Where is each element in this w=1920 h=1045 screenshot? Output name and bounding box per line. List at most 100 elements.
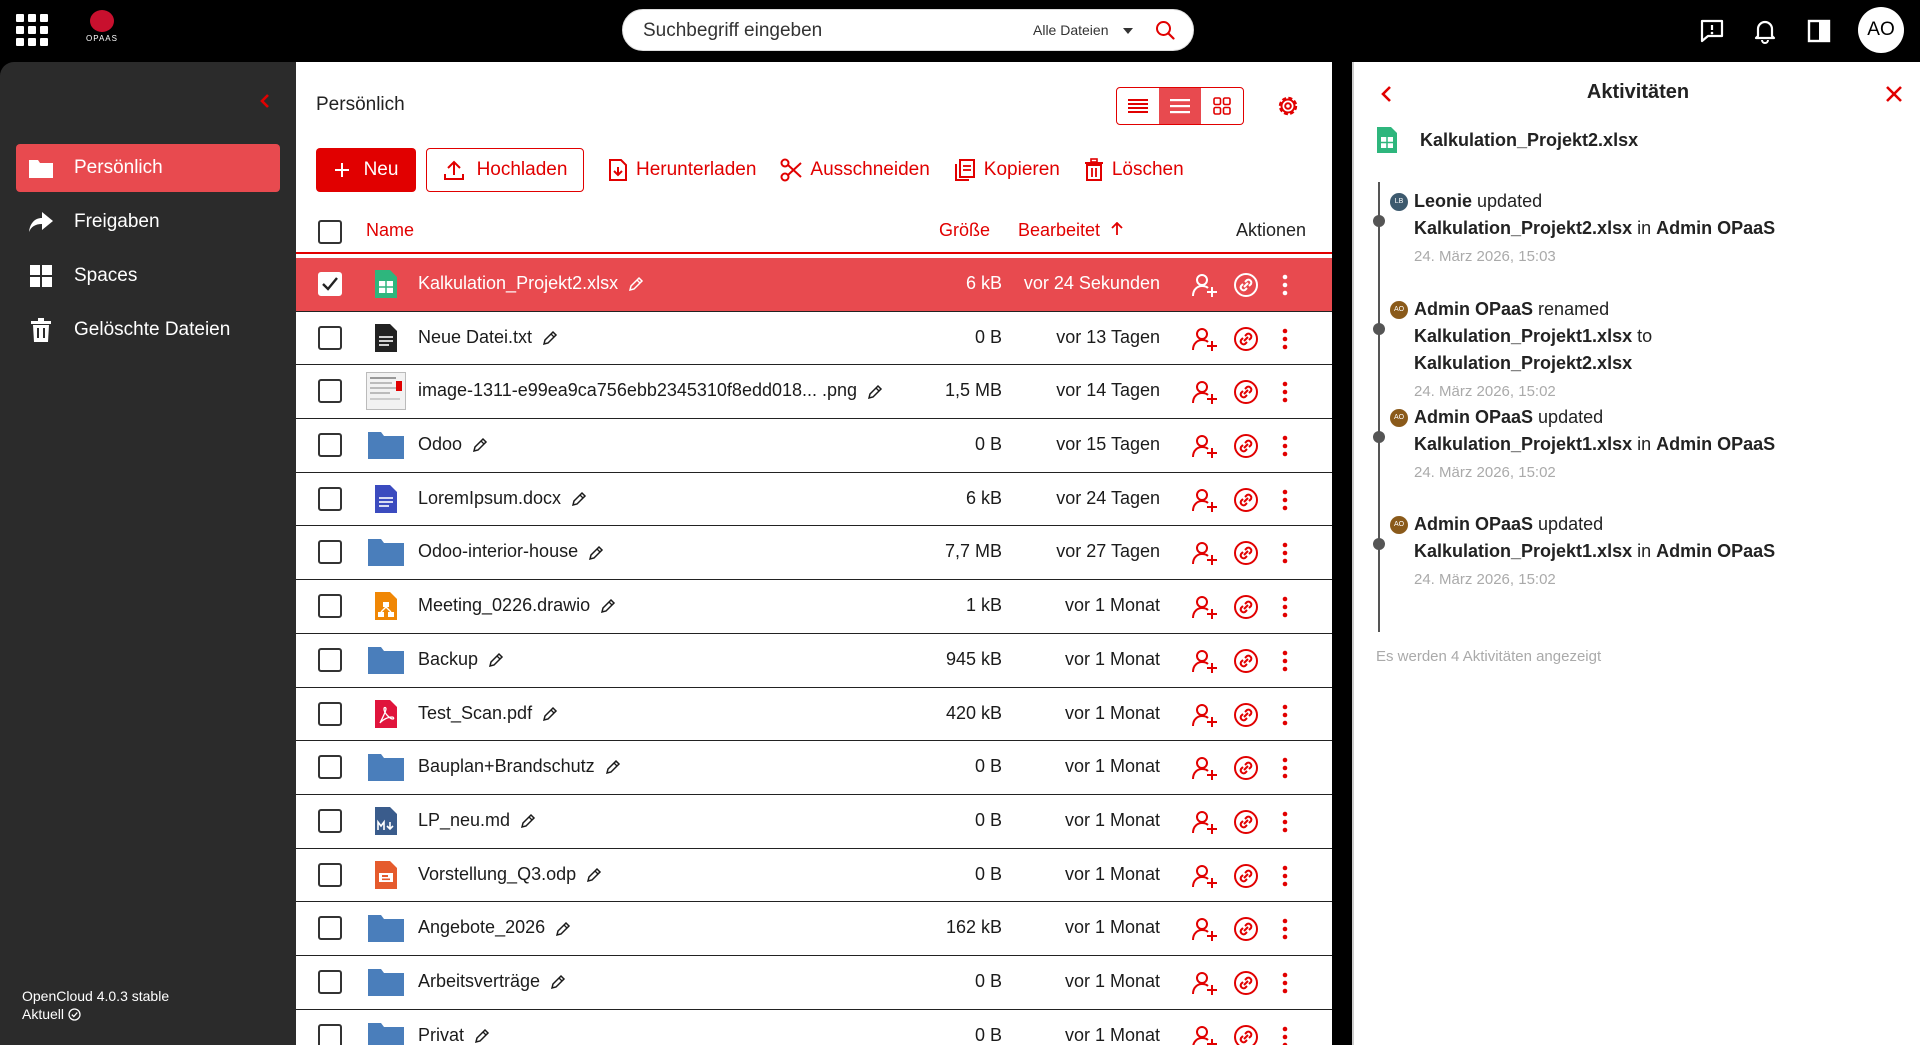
link-icon[interactable] <box>1233 540 1259 566</box>
breadcrumb[interactable]: Persönlich <box>316 94 405 116</box>
share-user-icon[interactable] <box>1192 433 1218 459</box>
row-checkbox[interactable] <box>318 808 342 833</box>
row-checkbox[interactable] <box>318 1023 342 1045</box>
table-row[interactable]: Arbeitsverträge 0 B vor 1 Monat <box>296 956 1332 1010</box>
file-name[interactable]: LP_neu.md <box>418 810 536 831</box>
rename-pencil-icon[interactable] <box>555 921 571 937</box>
more-options-icon[interactable] <box>1272 809 1298 835</box>
share-user-icon[interactable] <box>1192 1024 1218 1045</box>
row-checkbox[interactable] <box>318 755 342 780</box>
sidebar-item-geloeschte-dateien[interactable]: Gelöschte Dateien <box>16 306 280 354</box>
column-header-size[interactable]: Größe <box>939 220 990 241</box>
rename-pencil-icon[interactable] <box>586 867 602 883</box>
search-icon[interactable] <box>1155 20 1175 40</box>
column-header-name[interactable]: Name <box>366 220 414 241</box>
file-name[interactable]: Test_Scan.pdf <box>418 703 558 724</box>
table-row[interactable]: Test_Scan.pdf 420 kB vor 1 Monat <box>296 688 1332 742</box>
file-name[interactable]: Arbeitsverträge <box>418 971 566 992</box>
link-icon[interactable] <box>1233 648 1259 674</box>
share-user-icon[interactable] <box>1192 702 1218 728</box>
rename-pencil-icon[interactable] <box>474 1028 490 1044</box>
row-checkbox[interactable] <box>318 433 342 458</box>
row-checkbox[interactable] <box>318 325 342 350</box>
link-icon[interactable] <box>1233 433 1259 459</box>
share-user-icon[interactable] <box>1192 326 1218 352</box>
more-options-icon[interactable] <box>1272 540 1298 566</box>
file-name[interactable]: Kalkulation_Projekt2.xlsx <box>418 273 644 294</box>
share-user-icon[interactable] <box>1192 540 1218 566</box>
chevron-left-icon[interactable] <box>256 92 274 110</box>
table-row[interactable]: Bauplan+Brandschutz 0 B vor 1 Monat <box>296 741 1332 795</box>
link-icon[interactable] <box>1233 809 1259 835</box>
file-name[interactable]: Neue Datei.txt <box>418 327 558 348</box>
table-row[interactable]: Kalkulation_Projekt2.xlsx 6 kB vor 24 Seku… <box>296 258 1332 312</box>
more-options-icon[interactable] <box>1272 594 1298 620</box>
link-icon[interactable] <box>1233 272 1259 298</box>
table-row[interactable]: LoremIpsum.docx 6 kB vor 24 Tagen <box>296 473 1332 527</box>
table-row[interactable]: Odoo-interior-house 7,7 MB vor 27 Tagen <box>296 526 1332 581</box>
link-icon[interactable] <box>1233 326 1259 352</box>
row-checkbox[interactable] <box>318 969 342 994</box>
table-row[interactable]: Meeting_0226.drawio 1 kB vor 1 Monat <box>296 580 1332 634</box>
link-icon[interactable] <box>1233 594 1259 620</box>
row-checkbox[interactable] <box>318 540 342 565</box>
app-switcher-icon[interactable] <box>16 14 48 46</box>
sidebar-toggle-icon[interactable] <box>1805 17 1833 45</box>
row-checkbox[interactable] <box>318 379 342 404</box>
link-icon[interactable] <box>1233 916 1259 942</box>
column-header-modified[interactable]: Bearbeitet <box>1018 220 1123 241</box>
share-user-icon[interactable] <box>1192 755 1218 781</box>
view-condensed-button[interactable] <box>1117 88 1159 124</box>
share-user-icon[interactable] <box>1192 272 1218 298</box>
bell-icon[interactable] <box>1751 17 1779 45</box>
more-options-icon[interactable] <box>1272 916 1298 942</box>
more-options-icon[interactable] <box>1272 272 1298 298</box>
delete-button[interactable]: Löschen <box>1084 158 1184 182</box>
more-options-icon[interactable] <box>1272 487 1298 513</box>
sidebar-item-freigaben[interactable]: Freigaben <box>16 198 280 246</box>
table-row[interactable]: LP_neu.md 0 B vor 1 Monat <box>296 795 1332 849</box>
new-button[interactable]: Neu <box>316 148 416 192</box>
search-scope-dropdown[interactable]: Alle Dateien <box>1033 22 1133 38</box>
table-row[interactable]: Odoo 0 B vor 15 Tagen <box>296 419 1332 473</box>
select-all-checkbox[interactable] <box>318 220 342 244</box>
file-name[interactable]: image-1311-e99ea9ca756ebb2345310f8edd018… <box>418 380 883 401</box>
copy-button[interactable]: Kopieren <box>954 158 1060 182</box>
more-options-icon[interactable] <box>1272 326 1298 352</box>
file-name[interactable]: Meeting_0226.drawio <box>418 595 616 616</box>
file-name[interactable]: Bauplan+Brandschutz <box>418 756 621 777</box>
rename-pencil-icon[interactable] <box>472 437 488 453</box>
more-options-icon[interactable] <box>1272 433 1298 459</box>
file-name[interactable]: LoremIpsum.docx <box>418 488 587 509</box>
more-options-icon[interactable] <box>1272 970 1298 996</box>
table-row[interactable]: Privat 0 B vor 1 Monat <box>296 1010 1332 1045</box>
share-user-icon[interactable] <box>1192 594 1218 620</box>
file-name[interactable]: Privat <box>418 1025 490 1045</box>
share-user-icon[interactable] <box>1192 916 1218 942</box>
rename-pencil-icon[interactable] <box>571 491 587 507</box>
table-row[interactable]: Vorstellung_Q3.odp 0 B vor 1 Monat <box>296 849 1332 903</box>
sidebar-item-spaces[interactable]: Spaces <box>16 252 280 300</box>
file-name[interactable]: Vorstellung_Q3.odp <box>418 864 602 885</box>
file-name[interactable]: Odoo <box>418 434 488 455</box>
file-name[interactable]: Odoo-interior-house <box>418 541 604 562</box>
view-tiles-button[interactable] <box>1201 88 1243 124</box>
more-options-icon[interactable] <box>1272 755 1298 781</box>
rename-pencil-icon[interactable] <box>550 974 566 990</box>
link-icon[interactable] <box>1233 1024 1259 1045</box>
row-checkbox[interactable] <box>318 486 342 511</box>
row-checkbox[interactable] <box>318 594 342 619</box>
link-icon[interactable] <box>1233 487 1259 513</box>
download-button[interactable]: Herunterladen <box>608 158 756 182</box>
rename-pencil-icon[interactable] <box>542 706 558 722</box>
link-icon[interactable] <box>1233 379 1259 405</box>
gear-icon[interactable] <box>1274 92 1302 120</box>
link-icon[interactable] <box>1233 863 1259 889</box>
share-user-icon[interactable] <box>1192 487 1218 513</box>
more-options-icon[interactable] <box>1272 379 1298 405</box>
rename-pencil-icon[interactable] <box>628 276 644 292</box>
link-icon[interactable] <box>1233 755 1259 781</box>
more-options-icon[interactable] <box>1272 648 1298 674</box>
user-avatar[interactable]: AO <box>1858 7 1904 53</box>
row-checkbox[interactable] <box>318 272 342 296</box>
